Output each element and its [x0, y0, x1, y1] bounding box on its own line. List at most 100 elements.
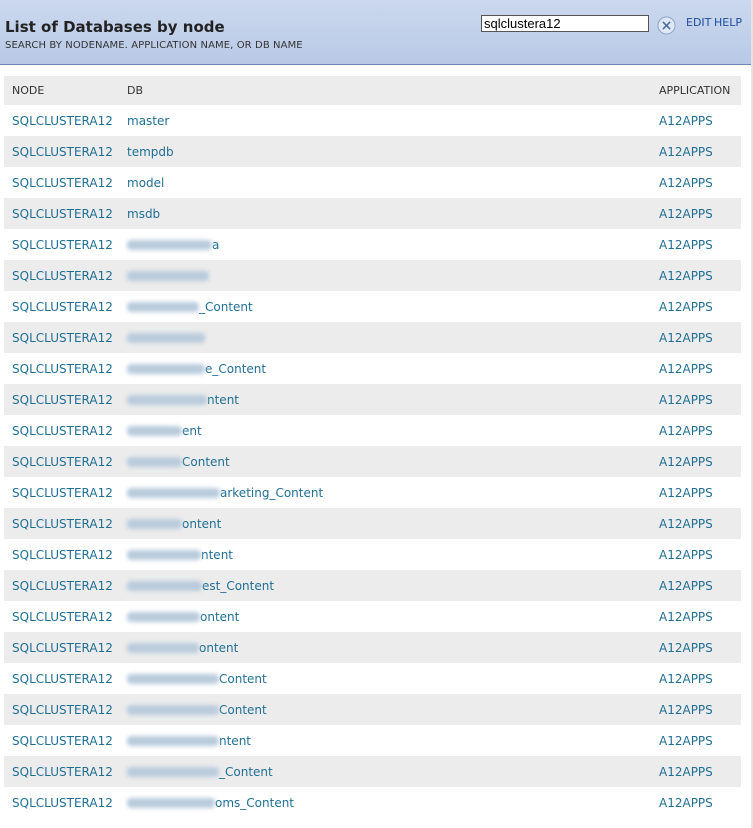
table-row[interactable]: SQLCLUSTERA12 Content A12APPS [4, 694, 741, 725]
table-row[interactable]: SQLCLUSTERA12 est_Content A12APPS [4, 570, 741, 601]
table-row[interactable]: SQLCLUSTERA12 e_Content A12APPS [4, 353, 741, 384]
application-link[interactable]: A12APPS [659, 579, 713, 593]
db-link[interactable]: ontent [200, 610, 239, 624]
application-link[interactable]: A12APPS [659, 672, 713, 686]
application-link[interactable]: A12APPS [659, 424, 713, 438]
db-link[interactable]: Content [219, 672, 267, 686]
db-link[interactable]: Content [219, 703, 267, 717]
node-link[interactable]: SQLCLUSTERA12 [12, 238, 113, 252]
redacted-text [127, 332, 205, 343]
node-link[interactable]: SQLCLUSTERA12 [12, 641, 113, 655]
db-link[interactable]: ontent [182, 517, 221, 531]
node-link[interactable]: SQLCLUSTERA12 [12, 765, 113, 779]
application-link[interactable]: A12APPS [659, 269, 713, 283]
db-link[interactable]: ontent [199, 641, 238, 655]
node-link[interactable]: SQLCLUSTERA12 [12, 176, 113, 190]
application-link[interactable]: A12APPS [659, 331, 713, 345]
help-link[interactable]: HELP [714, 16, 742, 29]
db-link[interactable]: ntent [201, 548, 233, 562]
node-link[interactable]: SQLCLUSTERA12 [12, 424, 113, 438]
db-link[interactable]: oms_Content [215, 796, 294, 810]
column-header-db[interactable]: DB [127, 84, 143, 97]
application-link[interactable]: A12APPS [659, 176, 713, 190]
application-link[interactable]: A12APPS [659, 517, 713, 531]
search-input[interactable] [481, 15, 649, 32]
close-circle-icon[interactable] [657, 16, 676, 35]
application-link[interactable]: A12APPS [659, 486, 713, 500]
node-link[interactable]: SQLCLUSTERA12 [12, 579, 113, 593]
column-header-application[interactable]: APPLICATION [659, 84, 730, 97]
application-link[interactable]: A12APPS [659, 703, 713, 717]
table-row[interactable]: SQLCLUSTERA12 A12APPS [4, 322, 741, 353]
table-row[interactable]: SQLCLUSTERA12 ontent A12APPS [4, 601, 741, 632]
table-row[interactable]: SQLCLUSTERA12 a A12APPS [4, 229, 741, 260]
node-link[interactable]: SQLCLUSTERA12 [12, 300, 113, 314]
table-row[interactable]: SQLCLUSTERA12 ntent A12APPS [4, 725, 741, 756]
db-link[interactable]: Content [182, 455, 230, 469]
node-link[interactable]: SQLCLUSTERA12 [12, 517, 113, 531]
application-link[interactable]: A12APPS [659, 765, 713, 779]
table-row[interactable]: SQLCLUSTERA12 _Content A12APPS [4, 291, 741, 322]
application-link[interactable]: A12APPS [659, 207, 713, 221]
table-row[interactable]: SQLCLUSTERA12 model A12APPS [4, 167, 741, 198]
node-link[interactable]: SQLCLUSTERA12 [12, 207, 113, 221]
db-link[interactable]: msdb [127, 207, 160, 221]
db-cell: a [127, 238, 219, 252]
db-link[interactable]: tempdb [127, 145, 174, 159]
table-row[interactable]: SQLCLUSTERA12 master A12APPS [4, 105, 741, 136]
table-row[interactable]: SQLCLUSTERA12 Content A12APPS [4, 663, 741, 694]
db-link[interactable]: ntent [219, 734, 251, 748]
application-link[interactable]: A12APPS [659, 362, 713, 376]
application-link[interactable]: A12APPS [659, 796, 713, 810]
table-row[interactable]: SQLCLUSTERA12 ent A12APPS [4, 415, 741, 446]
table-row[interactable]: SQLCLUSTERA12 oms_Content A12APPS [4, 787, 741, 818]
application-link[interactable]: A12APPS [659, 610, 713, 624]
node-link[interactable]: SQLCLUSTERA12 [12, 703, 113, 717]
application-link[interactable]: A12APPS [659, 548, 713, 562]
table-row[interactable]: SQLCLUSTERA12 msdb A12APPS [4, 198, 741, 229]
table-row[interactable]: SQLCLUSTERA12 ontent A12APPS [4, 508, 741, 539]
table-row[interactable]: SQLCLUSTERA12 ntent A12APPS [4, 539, 741, 570]
table-row[interactable]: SQLCLUSTERA12 ontent A12APPS [4, 632, 741, 663]
node-link[interactable]: SQLCLUSTERA12 [12, 393, 113, 407]
table-row[interactable]: SQLCLUSTERA12 arketing_Content A12APPS [4, 477, 741, 508]
db-link[interactable]: master [127, 114, 169, 128]
application-link[interactable]: A12APPS [659, 641, 713, 655]
node-link[interactable]: SQLCLUSTERA12 [12, 672, 113, 686]
db-link[interactable]: a [212, 238, 219, 252]
node-link[interactable]: SQLCLUSTERA12 [12, 796, 113, 810]
node-link[interactable]: SQLCLUSTERA12 [12, 362, 113, 376]
table-row[interactable]: SQLCLUSTERA12 A12APPS [4, 260, 741, 291]
node-link[interactable]: SQLCLUSTERA12 [12, 331, 113, 345]
node-link[interactable]: SQLCLUSTERA12 [12, 548, 113, 562]
db-link[interactable]: _Content [199, 300, 253, 314]
node-link[interactable]: SQLCLUSTERA12 [12, 269, 113, 283]
table-row[interactable]: SQLCLUSTERA12 tempdb A12APPS [4, 136, 741, 167]
application-link[interactable]: A12APPS [659, 145, 713, 159]
application-link[interactable]: A12APPS [659, 300, 713, 314]
table-row[interactable]: SQLCLUSTERA12 Content A12APPS [4, 446, 741, 477]
node-link[interactable]: SQLCLUSTERA12 [12, 455, 113, 469]
db-link[interactable]: _Content [219, 765, 273, 779]
application-link[interactable]: A12APPS [659, 455, 713, 469]
node-link[interactable]: SQLCLUSTERA12 [12, 114, 113, 128]
edit-link[interactable]: EDIT [686, 16, 711, 29]
node-link[interactable]: SQLCLUSTERA12 [12, 486, 113, 500]
db-link[interactable]: est_Content [202, 579, 274, 593]
node-link[interactable]: SQLCLUSTERA12 [12, 610, 113, 624]
node-link[interactable]: SQLCLUSTERA12 [12, 145, 113, 159]
db-link[interactable]: ent [182, 424, 202, 438]
db-cell [127, 270, 209, 281]
application-link[interactable]: A12APPS [659, 734, 713, 748]
db-link[interactable]: e_Content [205, 362, 266, 376]
table-row[interactable]: SQLCLUSTERA12 _Content A12APPS [4, 756, 741, 787]
db-link[interactable]: ntent [207, 393, 239, 407]
node-link[interactable]: SQLCLUSTERA12 [12, 734, 113, 748]
db-link[interactable]: model [127, 176, 164, 190]
column-header-node[interactable]: NODE [12, 84, 44, 97]
application-link[interactable]: A12APPS [659, 238, 713, 252]
table-row[interactable]: SQLCLUSTERA12 ntent A12APPS [4, 384, 741, 415]
db-link[interactable]: arketing_Content [220, 486, 323, 500]
application-link[interactable]: A12APPS [659, 114, 713, 128]
application-link[interactable]: A12APPS [659, 393, 713, 407]
